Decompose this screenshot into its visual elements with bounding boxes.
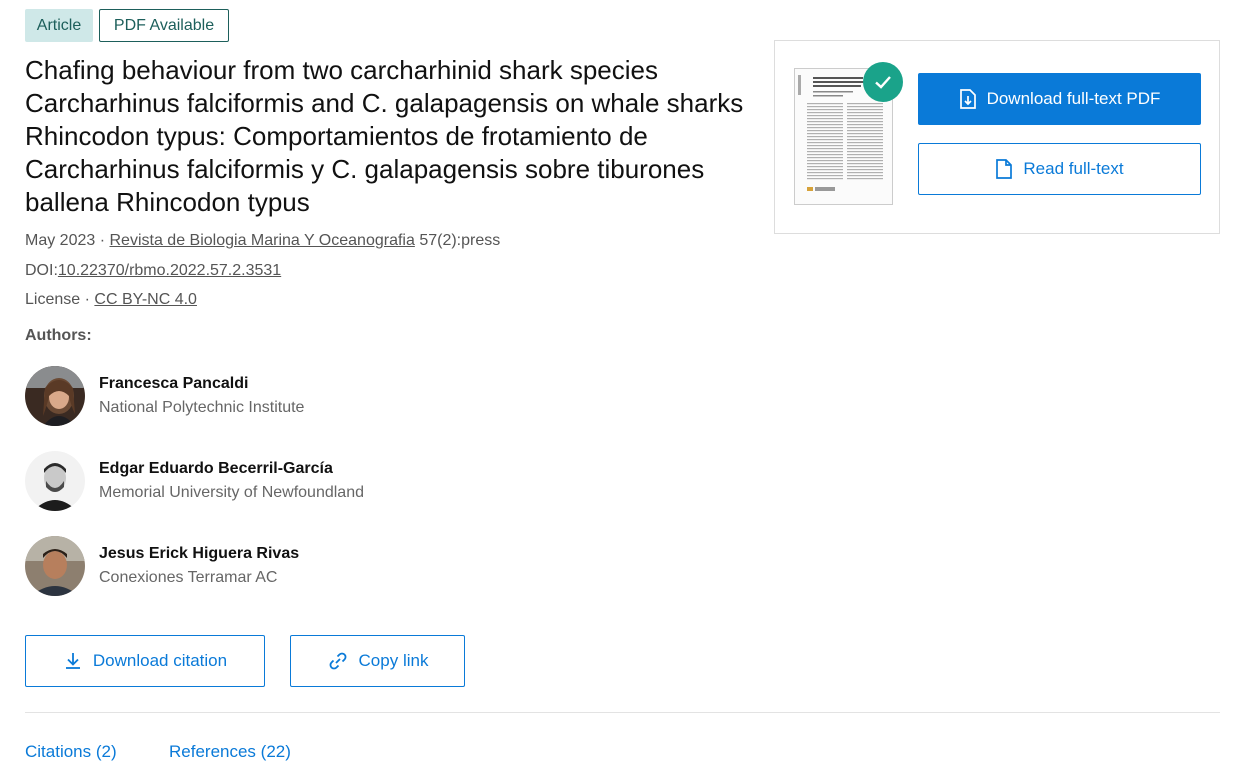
read-fulltext-label: Read full-text [1023, 159, 1124, 178]
download-citation-button[interactable]: Download citation [25, 635, 265, 687]
publication-page: Article PDF Available Chafing behaviour … [0, 0, 1250, 776]
avatar[interactable] [25, 536, 85, 596]
check-icon [875, 76, 891, 89]
meta-separator: · [99, 232, 106, 249]
doi-line: DOI:10.22370/rbmo.2022.57.2.3531 [25, 261, 281, 281]
fulltext-card: Download full-text PDF Read full-text [774, 40, 1220, 234]
journal-link[interactable]: Revista de Biologia Marina Y Oceanografi… [110, 232, 415, 249]
meta-separator: · [84, 291, 90, 308]
file-icon [996, 159, 1013, 179]
author-item: Jesus Erick Higuera Rivas Conexiones Ter… [25, 536, 525, 598]
author-item: Edgar Eduardo Becerril-García Memorial U… [25, 451, 525, 513]
download-citation-label: Download citation [92, 651, 228, 670]
license-link[interactable]: CC BY-NC 4.0 [94, 291, 197, 308]
license-line: License · CC BY-NC 4.0 [25, 290, 197, 310]
author-name[interactable]: Jesus Erick Higuera Rivas [99, 545, 299, 563]
author-institution[interactable]: Conexiones Terramar AC [99, 569, 277, 587]
author-institution[interactable]: National Polytechnic Institute [99, 399, 304, 417]
download-pdf-label: Download full-text PDF [986, 89, 1161, 108]
copy-link-label: Copy link [358, 651, 429, 670]
author-item: Francesca Pancaldi National Polytechnic … [25, 366, 525, 428]
license-label: License [25, 291, 81, 308]
authors-heading: Authors: [25, 327, 92, 344]
author-name[interactable]: Francesca Pancaldi [99, 375, 248, 393]
pdf-available-badge: PDF Available [99, 9, 229, 42]
read-fulltext-button[interactable]: Read full-text [918, 143, 1201, 195]
divider [25, 712, 1220, 713]
download-pdf-button[interactable]: Download full-text PDF [918, 73, 1201, 125]
author-name[interactable]: Edgar Eduardo Becerril-García [99, 460, 333, 478]
doi-link[interactable]: 10.22370/rbmo.2022.57.2.3531 [58, 262, 281, 279]
article-type-badge: Article [25, 9, 93, 42]
publication-date: May 2023 [25, 232, 96, 249]
available-check-badge [863, 62, 903, 102]
author-institution[interactable]: Memorial University of Newfoundland [99, 484, 364, 502]
copy-link-button[interactable]: Copy link [290, 635, 465, 687]
tab-citations[interactable]: Citations (2) [25, 742, 117, 762]
avatar[interactable] [25, 366, 85, 426]
tab-references[interactable]: References (22) [169, 742, 291, 762]
download-icon [65, 653, 80, 669]
publication-meta: May 2023 · Revista de Biologia Marina Y … [25, 231, 500, 251]
file-download-icon [959, 89, 976, 109]
link-icon [329, 652, 346, 670]
publication-title: Chafing behaviour from two carcharhinid … [25, 55, 744, 217]
journal-volume: 57(2):press [419, 232, 501, 249]
avatar[interactable] [25, 451, 85, 511]
doi-label: DOI: [25, 262, 58, 279]
